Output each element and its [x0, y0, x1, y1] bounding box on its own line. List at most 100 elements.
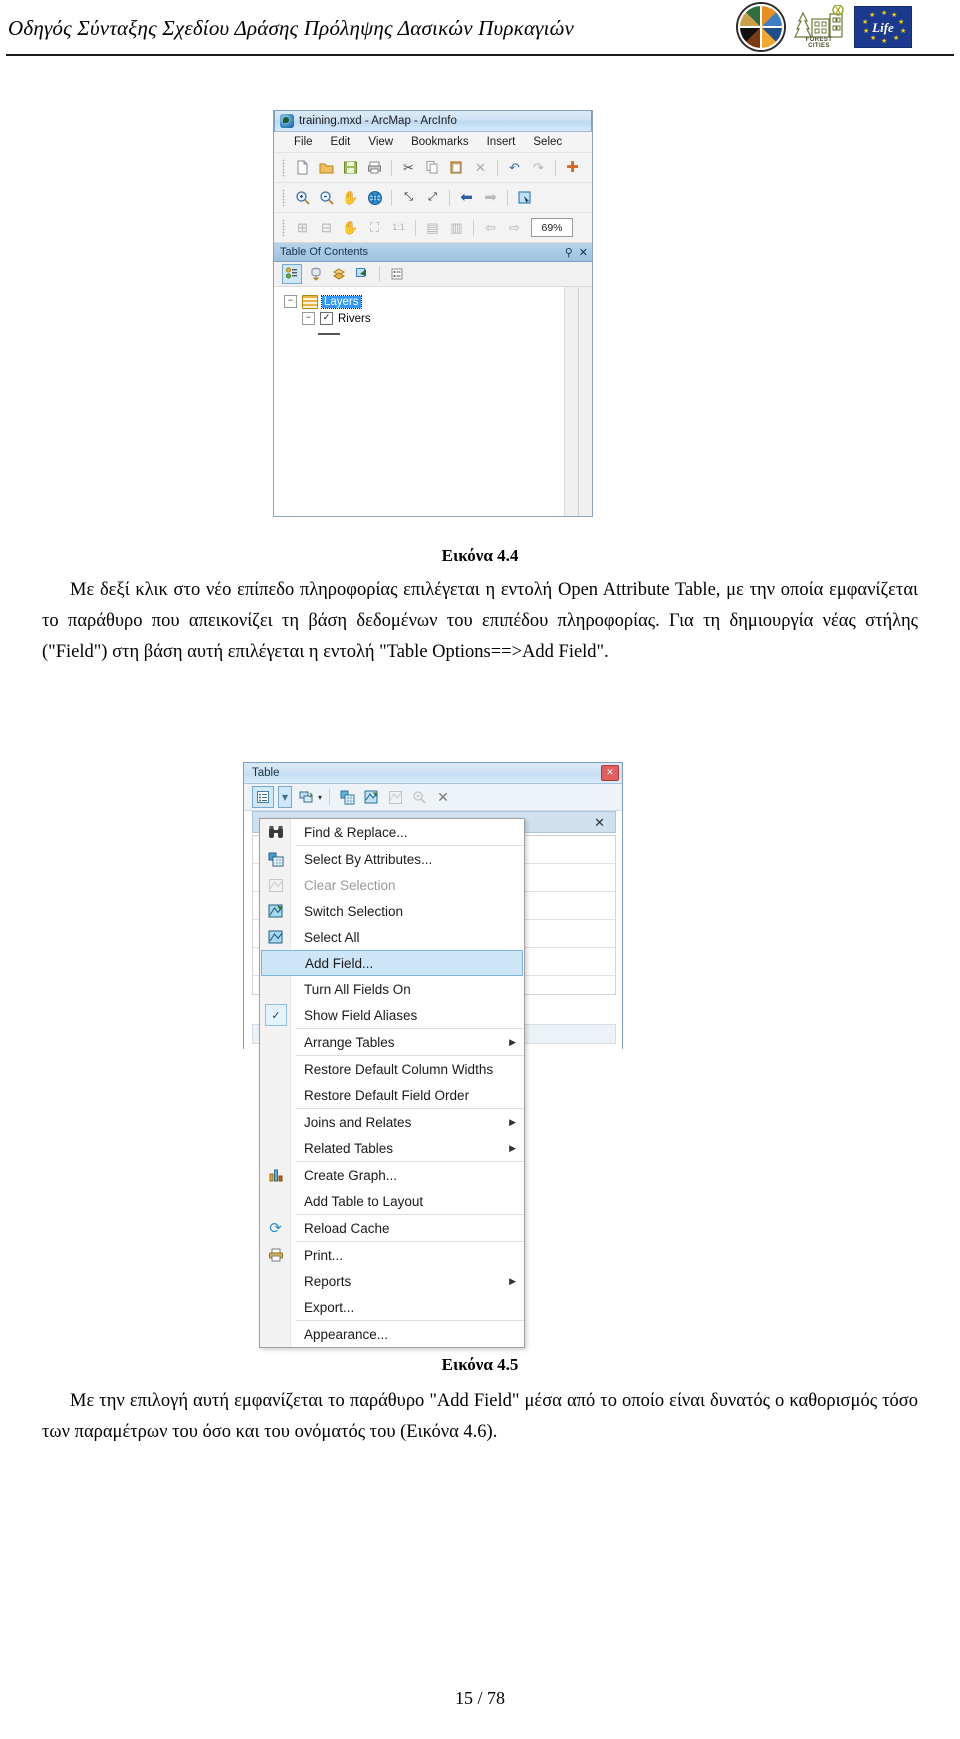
pin-icon[interactable]: ⚲	[565, 246, 573, 259]
undo-icon[interactable]: ↶	[504, 157, 525, 178]
collapse-expander-icon[interactable]: −	[302, 312, 315, 325]
list-by-source-icon[interactable]	[307, 265, 325, 283]
table-of-contents-toolbar	[274, 262, 592, 287]
tree-item-rivers[interactable]: − ✓ Rivers	[274, 310, 578, 327]
save-icon[interactable]	[340, 157, 361, 178]
select-by-attributes-icon[interactable]	[337, 787, 357, 807]
previous-extent-icon[interactable]: ⬅	[456, 187, 477, 208]
menu-item-print[interactable]: Print...	[260, 1242, 524, 1268]
pan-hand-icon[interactable]: ✋	[340, 187, 361, 208]
options-icon[interactable]	[388, 265, 406, 283]
menu-item-restore-default-column-widths[interactable]: Restore Default Column Widths	[260, 1056, 524, 1082]
select-features-icon[interactable]	[514, 187, 535, 208]
table-window-title: Table	[252, 767, 280, 779]
eu-star-icon: ★	[893, 34, 900, 42]
print-icon[interactable]	[364, 157, 385, 178]
table-options-context-menu[interactable]: Find & Replace... Select By Attributes..…	[259, 818, 525, 1348]
toolbar-grip-handle[interactable]	[282, 188, 285, 207]
paragraph-1: Με δεξί κλικ στο νέο επίπεδο πληροφορίας…	[42, 580, 918, 662]
page-back-icon: ⇦	[485, 220, 496, 235]
cut-scissors-icon[interactable]: ✂	[398, 157, 419, 178]
tree-item-layers[interactable]: − Layers	[274, 293, 578, 310]
toolbar-grip-handle[interactable]	[282, 218, 285, 237]
menu-item-show-field-aliases[interactable]: ✓ Show Field Aliases	[260, 1002, 524, 1028]
tree-item-label: Rivers	[338, 312, 371, 325]
arcmap-globe-icon	[280, 114, 294, 128]
menu-item-related-tables[interactable]: Related Tables ▶	[260, 1135, 524, 1161]
menu-item-reports[interactable]: Reports ▶	[260, 1268, 524, 1294]
arcmap-tools-toolbar: ✋ ⤡ ⤢ ⬅ ➡	[274, 183, 592, 213]
open-folder-icon[interactable]	[316, 157, 337, 178]
table-of-contents-title: Table Of Contents	[280, 246, 369, 258]
submenu-arrow-icon: ▶	[509, 1275, 516, 1286]
menu-item-restore-default-field-order[interactable]: Restore Default Field Order	[260, 1082, 524, 1108]
related-tables-dropdown-icon[interactable]: ▾	[318, 793, 322, 802]
menu-item-reload-cache[interactable]: ⟳ Reload Cache	[260, 1215, 524, 1241]
submenu-arrow-icon: ▶	[509, 1142, 516, 1153]
new-document-icon[interactable]	[292, 157, 313, 178]
menu-item-label: Select By Attributes...	[304, 851, 433, 867]
fixed-zoom-in-icon[interactable]: ⤡	[398, 187, 419, 208]
close-icon[interactable]: ✕	[579, 246, 588, 259]
toolbar-separator	[507, 189, 508, 206]
toolbar-grip-handle[interactable]	[282, 158, 285, 177]
menu-item-find-replace[interactable]: Find & Replace...	[260, 819, 524, 845]
arcmap-window-title: training.mxd - ArcMap - ArcInfo	[299, 115, 457, 127]
arcmap-menu-bar: File Edit View Bookmarks Insert Selec	[274, 132, 592, 153]
add-data-plus-icon[interactable]: ✚	[562, 157, 583, 178]
menu-item-arrange-tables[interactable]: Arrange Tables ▶	[260, 1029, 524, 1055]
copy-icon[interactable]	[422, 157, 443, 178]
menu-item-create-graph[interactable]: Create Graph...	[260, 1162, 524, 1188]
list-by-visibility-icon[interactable]	[330, 265, 348, 283]
menu-item-select-by-attributes[interactable]: Select By Attributes...	[260, 846, 524, 872]
layer-visibility-checkbox[interactable]: ✓	[320, 312, 333, 325]
layer-legend-symbol	[318, 333, 340, 335]
menu-item-label: Restore Default Column Widths	[304, 1061, 494, 1077]
related-tables-icon[interactable]	[296, 787, 316, 807]
menu-edit[interactable]: Edit	[331, 136, 351, 148]
zoom-out-icon[interactable]	[316, 187, 337, 208]
menu-item-add-table-to-layout[interactable]: Add Table to Layout	[260, 1188, 524, 1214]
checkbox-checked-icon[interactable]: ✓	[265, 1004, 287, 1026]
page-full-extent-icon: ⛶	[369, 220, 380, 235]
table-of-contents-tree[interactable]: − Layers − ✓ Rivers	[274, 287, 579, 516]
menu-selection[interactable]: Selec	[533, 136, 562, 148]
toolbar-separator	[391, 189, 392, 206]
redo-icon: ↷	[533, 160, 544, 175]
eu-star-icon: ★	[870, 34, 877, 42]
menu-item-switch-selection[interactable]: Switch Selection	[260, 898, 524, 924]
menu-insert[interactable]: Insert	[487, 136, 516, 148]
arcmap-title-bar: training.mxd - ArcMap - ArcInfo	[274, 110, 592, 132]
fixed-zoom-out-icon[interactable]: ⤢	[422, 187, 443, 208]
paste-icon[interactable]	[446, 157, 467, 178]
menu-item-label: Find & Replace...	[304, 824, 408, 840]
menu-bookmarks[interactable]: Bookmarks	[411, 136, 469, 148]
delete-selected-icon[interactable]: ✕	[433, 787, 453, 807]
menu-item-export[interactable]: Export...	[260, 1294, 524, 1320]
zoom-in-icon[interactable]	[292, 187, 313, 208]
menu-view[interactable]: View	[368, 136, 393, 148]
menu-item-label: Turn All Fields On	[304, 981, 411, 997]
zoom-to-selected-icon	[409, 787, 429, 807]
menu-item-label: Add Table to Layout	[304, 1193, 424, 1209]
menu-item-appearance[interactable]: Appearance...	[260, 1321, 524, 1347]
menu-item-select-all[interactable]: Select All	[260, 924, 524, 950]
menu-item-turn-all-fields-on[interactable]: Turn All Fields On	[260, 976, 524, 1002]
list-by-selection-icon[interactable]	[353, 265, 371, 283]
page-fixed-zoom-in-icon: ▤	[426, 220, 439, 235]
list-by-drawing-order-icon[interactable]	[282, 264, 302, 284]
table-options-dropdown-icon[interactable]: ▾	[278, 786, 292, 808]
table-options-icon[interactable]	[252, 786, 274, 808]
menu-file[interactable]: File	[294, 136, 313, 148]
close-icon[interactable]: ✕	[594, 815, 605, 831]
close-icon[interactable]: ✕	[601, 765, 619, 781]
full-extent-globe-icon[interactable]	[364, 187, 385, 208]
collapse-expander-icon[interactable]: −	[284, 295, 297, 308]
header-divider	[6, 54, 954, 56]
toc-vertical-scrollbar[interactable]	[564, 287, 578, 516]
page-zoom-value[interactable]: 69%	[531, 218, 573, 237]
switch-selection-icon[interactable]	[361, 787, 381, 807]
menu-item-add-field[interactable]: Add Field...	[261, 950, 523, 976]
menu-item-joins-and-relates[interactable]: Joins and Relates ▶	[260, 1109, 524, 1135]
paragraph-2: Με την επιλογή αυτή εμφανίζεται το παράθ…	[42, 1391, 918, 1442]
